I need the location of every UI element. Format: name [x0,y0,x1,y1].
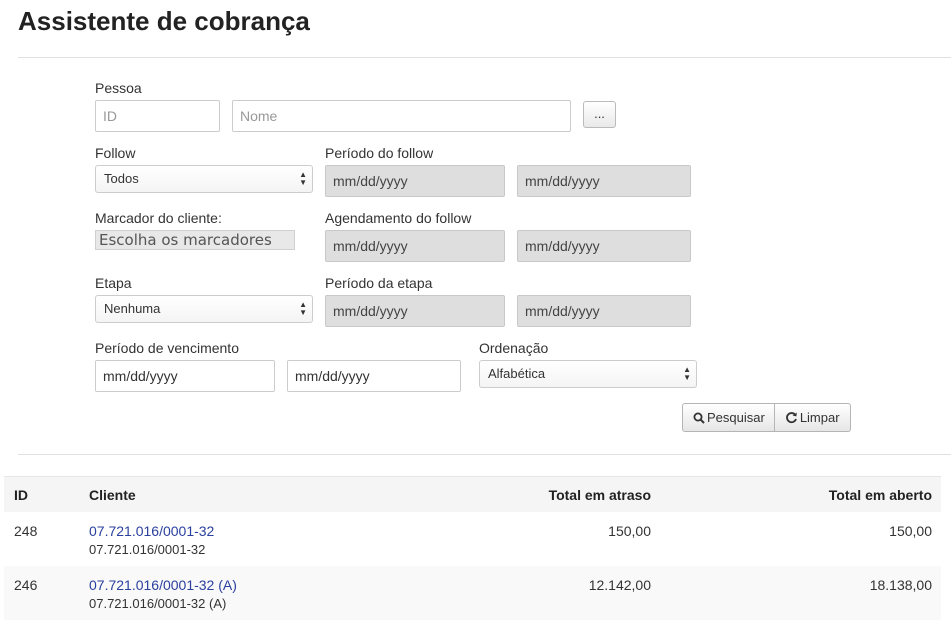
header-total-atraso: Total em atraso [548,487,651,503]
follow-select-value: Todos [104,171,139,186]
chevron-updown-icon: ▲ ▼ [299,300,307,317]
periodo-vencimento-to-input[interactable] [287,360,461,392]
page-title: Assistente de cobrança [18,6,310,36]
agendamento-follow-from-input[interactable] [325,230,505,262]
row-total-atraso: 150,00 [608,523,651,539]
title-divider [18,57,951,58]
pesquisar-label: Pesquisar [707,410,765,425]
table-header: ID Cliente Total em atraso Total em aber… [4,476,941,513]
chevron-updown-icon: ▲ ▼ [683,365,691,382]
row-total-aberto: 150,00 [889,523,932,539]
table-row: 248 07.721.016/0001-32 07.721.016/0001-3… [4,512,941,566]
row-id: 248 [14,523,38,539]
ordenacao-label: Ordenação [479,340,549,356]
periodo-follow-label: Período do follow [325,145,434,161]
etapa-select-value: Nenhuma [104,301,161,316]
ordenacao-select-value: Alfabética [488,366,546,381]
row-total-atraso: 12.142,00 [588,577,651,593]
refresh-icon [785,412,797,424]
cliente-sub: 07.721.016/0001-32 [89,542,206,557]
periodo-etapa-to-input[interactable] [517,295,691,327]
pesquisar-button[interactable]: Pesquisar [682,403,775,432]
agendamento-follow-to-input[interactable] [517,230,691,262]
periodo-follow-from-input[interactable] [325,165,505,197]
table-row: 246 07.721.016/0001-32 (A) 07.721.016/00… [4,566,941,620]
pessoa-label: Pessoa [95,80,142,96]
pessoa-lookup-button[interactable]: ... [583,101,616,128]
row-id: 246 [14,577,38,593]
etapa-label: Etapa [95,275,132,291]
header-total-aberto: Total em aberto [828,487,932,503]
etapa-select[interactable]: Nenhuma ▲ ▼ [95,295,313,323]
ordenacao-select[interactable]: Alfabética ▲ ▼ [479,360,697,388]
marcador-label: Marcador do cliente: [95,210,222,226]
pessoa-nome-input[interactable] [232,100,571,132]
chevron-updown-icon: ▲ ▼ [299,170,307,187]
cliente-link[interactable]: 07.721.016/0001-32 [89,523,214,539]
pessoa-id-input[interactable] [95,100,220,132]
marcador-tag-input[interactable]: Escolha os marcadores [95,230,295,250]
agendamento-follow-label: Agendamento do follow [325,210,472,226]
action-buttons: Pesquisar Limpar [682,403,851,432]
periodo-etapa-label: Período da etapa [325,275,433,291]
limpar-button[interactable]: Limpar [774,403,851,432]
periodo-follow-to-input[interactable] [517,165,691,197]
header-cliente: Cliente [89,487,136,503]
periodo-etapa-from-input[interactable] [325,295,505,327]
row-total-aberto: 18.138,00 [869,577,932,593]
periodo-vencimento-label: Período de vencimento [95,340,239,356]
form-divider [18,454,951,455]
cliente-link[interactable]: 07.721.016/0001-32 (A) [89,577,237,593]
follow-label: Follow [95,145,136,161]
header-id: ID [14,487,28,503]
follow-select[interactable]: Todos ▲ ▼ [95,165,313,193]
periodo-vencimento-from-input[interactable] [95,360,275,392]
limpar-label: Limpar [799,410,840,425]
cliente-sub: 07.721.016/0001-32 (A) [89,596,227,611]
search-icon [693,412,705,424]
